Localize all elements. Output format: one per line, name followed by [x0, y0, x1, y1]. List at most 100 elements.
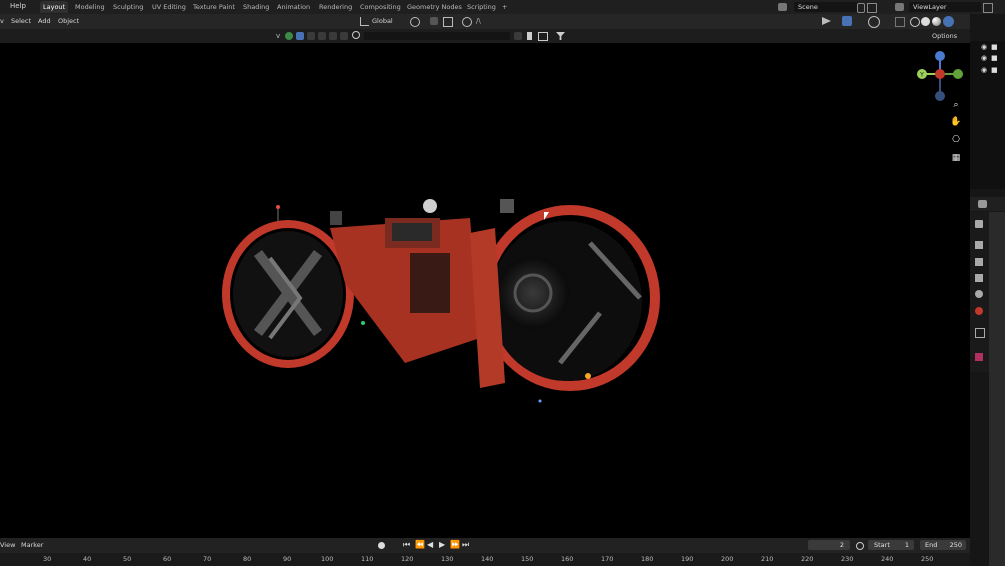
view-layer-icon[interactable]	[895, 3, 904, 11]
camera-render-icon[interactable]: ■	[991, 43, 998, 51]
ruler-tick: 100	[321, 555, 334, 563]
timeline-ruler[interactable]: 30 40 50 60 70 80 90 100 110 120 130 140…	[0, 553, 970, 566]
ruler-tick: 220	[801, 555, 814, 563]
editor-type-icon[interactable]	[978, 200, 987, 208]
world-tab-icon[interactable]	[975, 307, 983, 315]
visibility-filter-icon[interactable]	[285, 32, 293, 40]
new-view-layer-icon[interactable]	[983, 3, 993, 13]
camera-render-icon-3[interactable]: ■	[991, 66, 998, 74]
ruler-tick: 110	[361, 555, 374, 563]
add-workspace-button[interactable]: +	[499, 1, 510, 13]
proportional-editing-icon[interactable]	[462, 17, 472, 27]
camera-view-icon[interactable]: ⎔	[949, 133, 963, 147]
wireframe-shading-icon[interactable]	[910, 17, 920, 27]
object-menu[interactable]: Object	[58, 17, 79, 25]
clock-icon[interactable]	[856, 542, 864, 550]
tool-tab-icon[interactable]	[975, 220, 983, 228]
navigation-gizmo[interactable]: Y	[910, 48, 970, 108]
solid-shading-icon[interactable]	[921, 17, 930, 26]
bookmark-icon[interactable]	[527, 32, 532, 40]
options-dropdown[interactable]: Options	[932, 32, 957, 40]
search-icon[interactable]	[352, 31, 360, 39]
transform-orientation-icon[interactable]	[360, 17, 369, 26]
3d-viewport[interactable]: Y ⌕ ✋ ⎔ ▦	[0, 43, 970, 538]
filter-icon-d[interactable]	[340, 32, 348, 40]
tab-compositing[interactable]: Compositing	[357, 1, 404, 13]
end-frame-field[interactable]: End 250	[920, 540, 966, 550]
tab-scripting[interactable]: Scripting	[464, 1, 499, 13]
collection-tab-icon[interactable]	[975, 328, 985, 338]
select-menu[interactable]: Select	[11, 17, 31, 25]
selectability-icon[interactable]	[822, 17, 831, 25]
play-icon[interactable]: ▶	[439, 540, 445, 549]
tab-geometry-nodes[interactable]: Geometry Nodes	[404, 1, 465, 13]
jump-start-icon[interactable]: ⏮	[403, 540, 410, 550]
snap-target-icon[interactable]	[443, 17, 453, 27]
filter-icon-a[interactable]	[307, 32, 315, 40]
tab-animation[interactable]: Animation	[274, 1, 313, 13]
tab-rendering[interactable]: Rendering	[316, 1, 355, 13]
pan-hand-icon[interactable]: ✋	[949, 115, 963, 129]
jump-keyframe-forward-icon[interactable]: ⏩	[450, 540, 460, 549]
properties-content[interactable]	[989, 212, 1005, 566]
visibility-eye-icon[interactable]: ◉	[981, 43, 987, 51]
ruler-tick: 160	[561, 555, 574, 563]
scene-tab-icon[interactable]	[975, 290, 983, 298]
auto-keying-icon[interactable]	[378, 542, 385, 549]
ruler-tick: 190	[681, 555, 694, 563]
current-frame-field[interactable]: 2	[808, 540, 850, 550]
camera-render-icon-2[interactable]: ■	[991, 54, 998, 62]
new-scene-icon[interactable]	[867, 3, 877, 13]
filter-icon-c[interactable]	[329, 32, 337, 40]
pin-icon[interactable]	[857, 3, 865, 13]
gizmo-toggle-icon[interactable]	[842, 16, 852, 26]
snap-icon[interactable]	[430, 17, 438, 25]
tab-layout[interactable]: Layout	[40, 1, 69, 13]
viewport-subheader: v Options	[0, 29, 970, 43]
output-tab-icon[interactable]	[975, 258, 983, 266]
perspective-grid-icon[interactable]: ▦	[949, 151, 963, 165]
add-menu[interactable]: Add	[38, 17, 51, 25]
visibility-eye-icon-2[interactable]: ◉	[981, 54, 987, 62]
visibility-eye-icon-3[interactable]: ◉	[981, 66, 987, 74]
tab-sculpting[interactable]: Sculpting	[110, 1, 146, 13]
ruler-tick: 70	[203, 555, 212, 563]
overlay-toggle-icon[interactable]	[868, 16, 880, 28]
scene-icon[interactable]	[778, 3, 787, 11]
zoom-icon[interactable]: ⌕	[949, 98, 963, 112]
tab-texture-paint[interactable]: Texture Paint	[190, 1, 238, 13]
view-layer-selector[interactable]: ViewLayer	[909, 2, 981, 12]
tab-modeling[interactable]: Modeling	[72, 1, 108, 13]
render-tab-icon[interactable]	[975, 241, 983, 249]
timeline-marker-menu[interactable]: Marker	[21, 541, 43, 549]
timeline-view-menu[interactable]: View	[0, 541, 15, 549]
ruler-tick: 140	[481, 555, 494, 563]
jump-end-icon[interactable]: ⏭	[462, 540, 469, 550]
mode-dropdown-edge[interactable]: v	[0, 17, 4, 25]
orientation-dropdown[interactable]: Global	[372, 17, 393, 25]
object-type-filter-icon[interactable]	[296, 32, 304, 40]
play-reverse-icon[interactable]: ◀	[427, 540, 433, 549]
filter-funnel-icon[interactable]	[556, 32, 565, 40]
filter-icon-e[interactable]	[514, 32, 522, 40]
material-shading-icon[interactable]	[932, 17, 941, 26]
tab-uv-editing[interactable]: UV Editing	[149, 1, 189, 13]
tab-shading[interactable]: Shading	[240, 1, 272, 13]
scene-selector[interactable]: Scene	[794, 2, 858, 12]
search-input[interactable]	[364, 32, 510, 40]
texture-tab-icon[interactable]	[975, 353, 983, 361]
start-frame-field[interactable]: Start 1	[868, 540, 914, 550]
help-menu[interactable]: Help	[10, 2, 26, 10]
ruler-tick: 30	[43, 555, 52, 563]
filter-icon-b[interactable]	[318, 32, 326, 40]
top-bar: Help Layout Modeling Sculpting UV Editin…	[0, 0, 1005, 14]
chevron-down-icon[interactable]: v	[276, 32, 280, 40]
rendered-shading-icon[interactable]	[943, 16, 954, 27]
falloff-icon[interactable]: /\	[476, 17, 481, 25]
xray-toggle-icon[interactable]	[895, 17, 905, 27]
display-mode-icon[interactable]	[538, 32, 548, 41]
view-layer-tab-icon[interactable]	[975, 274, 983, 282]
jump-keyframe-back-icon[interactable]: ⏪	[415, 540, 425, 549]
pivot-icon[interactable]	[410, 17, 420, 27]
outliner[interactable]: ◉ ■ ◉ ■ ◉ ■	[970, 41, 1005, 189]
